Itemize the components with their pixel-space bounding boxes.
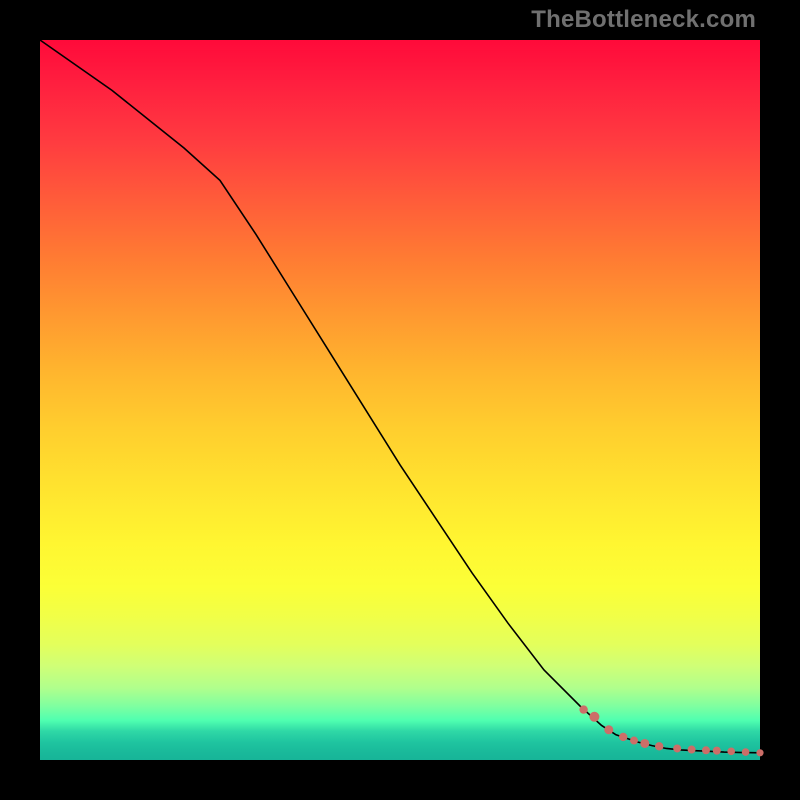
highlight-dot — [579, 705, 587, 713]
highlight-dot — [702, 746, 710, 754]
bottleneck-curve — [40, 40, 760, 753]
highlight-dot — [640, 739, 649, 748]
highlight-dot — [673, 744, 681, 752]
watermark-text: TheBottleneck.com — [531, 6, 756, 34]
highlight-dot — [688, 746, 696, 754]
highlight-dot — [619, 733, 627, 741]
highlight-dot — [756, 749, 763, 756]
highlight-dot — [713, 747, 721, 755]
highlight-dot — [727, 748, 735, 756]
highlight-dot — [589, 712, 599, 722]
highlight-dot — [604, 725, 613, 734]
highlight-dot — [655, 742, 663, 750]
highlight-dot — [630, 737, 638, 745]
plot-area — [40, 40, 760, 760]
highlight-dot — [742, 748, 750, 756]
chart-frame: TheBottleneck.com — [0, 0, 800, 800]
chart-svg — [40, 40, 760, 760]
